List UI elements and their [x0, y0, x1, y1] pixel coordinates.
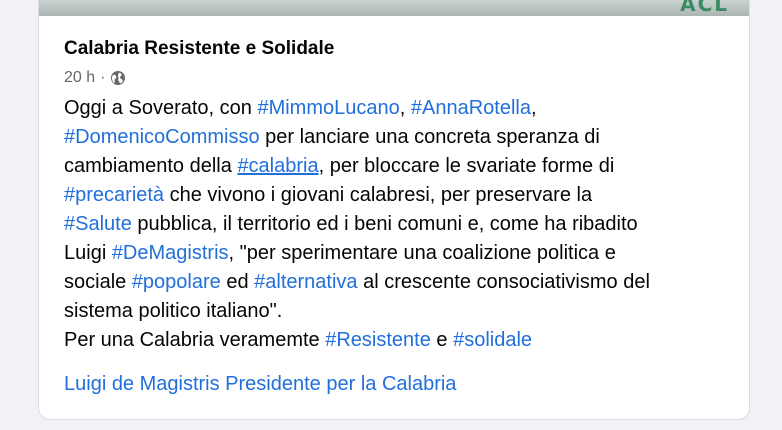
page-background: ACL Calabria Resistente e Solidale 20 h … [0, 0, 782, 430]
hashtag-link[interactable]: #solidale [453, 329, 532, 351]
globe-icon[interactable] [110, 70, 126, 86]
post-text: Oggi a Soverato, con [64, 97, 258, 119]
post-text: , [530, 97, 537, 119]
post-meta: 20 h · [64, 69, 126, 87]
post-line: #precarietà che vivono i giovani calabre… [64, 181, 734, 210]
hashtag-link[interactable]: #popolare [132, 271, 221, 293]
image-graffiti-text: ACL [680, 0, 729, 16]
hashtag-link[interactable]: #alternativa [254, 271, 357, 293]
post-text: e [430, 329, 454, 351]
hashtag-link[interactable]: #DomenicoCommisso [64, 126, 260, 148]
hashtag-link[interactable]: #MimmoLucano [257, 97, 399, 119]
hashtag-link[interactable]: #Salute [64, 213, 132, 235]
post-text: , per bloccare le svariate forme di [318, 155, 615, 177]
post-line: sistema politico italiano". [64, 297, 734, 326]
post-line: cambiamento della #calabria, per bloccar… [64, 152, 734, 181]
post-text: sistema politico italiano". [64, 300, 283, 322]
post-body: Oggi a Soverato, con #MimmoLucano, #Anna… [64, 94, 734, 355]
page-mention-link[interactable]: Luigi de Magistris Presidente per la Cal… [64, 373, 456, 396]
post-text: pubblica, il territorio ed i beni comuni… [131, 213, 638, 235]
post-image[interactable]: ACL [39, 0, 749, 16]
post-text: ed [220, 271, 255, 293]
post-text: Per una Calabria veramemte [64, 329, 326, 351]
post-text: al crescente consociativismo del [357, 271, 650, 293]
hashtag-link[interactable]: #calabria [237, 155, 318, 177]
post-text: cambiamento della [64, 155, 238, 177]
post-text: per lanciare una concreta speranza di [259, 126, 600, 148]
post-line: Per una Calabria veramemte #Resistente e… [64, 326, 734, 355]
post-text: Luigi [64, 242, 112, 264]
post-line: Luigi #DeMagistris, "per sperimentare un… [64, 239, 734, 268]
post-line: Oggi a Soverato, con #MimmoLucano, #Anna… [64, 94, 734, 123]
post-text: , "per sperimentare una coalizione polit… [228, 242, 616, 264]
post-line: #Salute pubblica, il territorio ed i ben… [64, 210, 734, 239]
post-line: #DomenicoCommisso per lanciare una concr… [64, 123, 734, 152]
meta-separator: · [100, 69, 106, 86]
post-text: , [399, 97, 411, 119]
post-title[interactable]: Calabria Resistente e Solidale [64, 38, 334, 60]
hashtag-link[interactable]: #Resistente [325, 329, 431, 351]
hashtag-link[interactable]: #precarietà [64, 184, 164, 206]
hashtag-link[interactable]: #DeMagistris [112, 242, 229, 264]
post-card: ACL Calabria Resistente e Solidale 20 h … [38, 0, 750, 420]
post-line: sociale #popolare ed #alternativa al cre… [64, 268, 734, 297]
post-text: che vivono i giovani calabresi, per pres… [164, 184, 593, 206]
post-timestamp[interactable]: 20 h [64, 69, 95, 87]
hashtag-link[interactable]: #AnnaRotella [411, 97, 531, 119]
post-text: sociale [64, 271, 132, 293]
